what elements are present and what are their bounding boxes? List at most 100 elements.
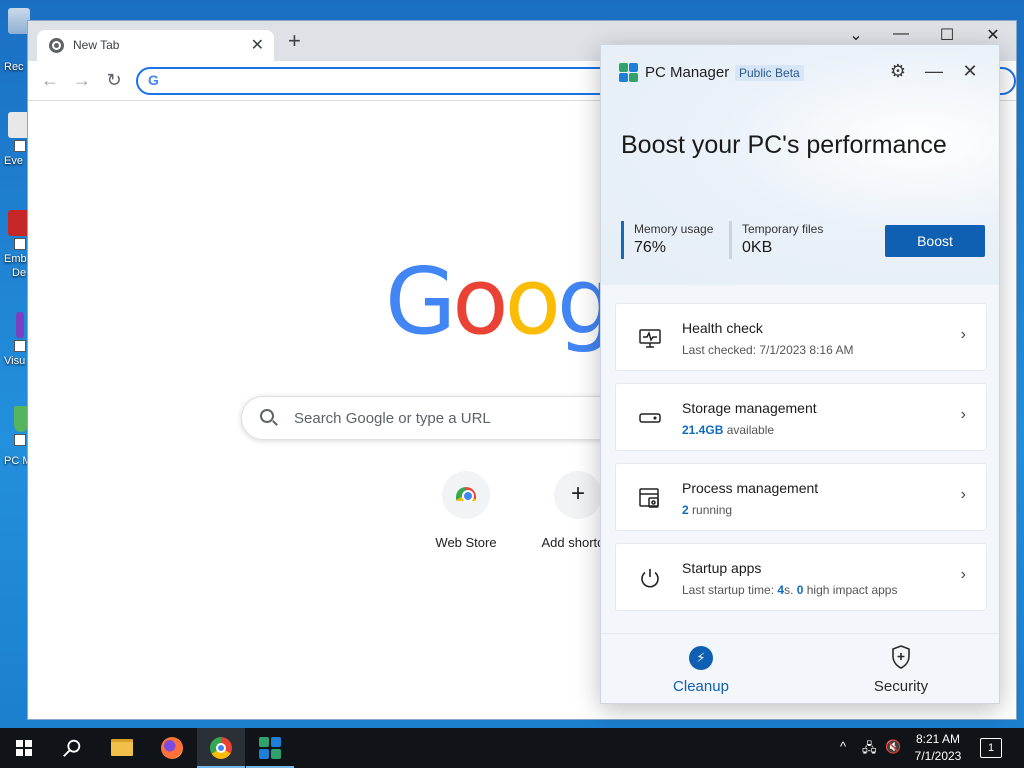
reload-icon[interactable]: ↻ [102, 70, 126, 91]
pc-manager-hero: PC Manager Public Beta ⚙ — ✕ Boost your … [601, 45, 999, 285]
pc-manager-logo-icon [259, 737, 281, 759]
chevron-right-icon: › [960, 486, 966, 503]
process-window-icon [639, 488, 659, 508]
chevron-right-icon: › [960, 566, 966, 583]
show-hidden-icons-chevron-icon[interactable]: ^ [840, 739, 846, 768]
lightning-icon: ⚡ [689, 646, 713, 670]
tab-label: Security [873, 678, 929, 695]
folder-icon [111, 739, 133, 756]
startup-apps-card[interactable]: Startup apps Last startup time: 4s. 0 hi… [615, 543, 987, 611]
card-title: Storage management [682, 400, 817, 416]
start-button[interactable] [0, 728, 48, 768]
shortcut-label: Web Store [435, 535, 497, 550]
bottom-nav: ⚡ Cleanup Security [601, 633, 999, 703]
web-store-icon [456, 487, 476, 502]
forward-arrow-icon[interactable]: → [70, 70, 94, 91]
tab-close-icon[interactable]: ✕ [251, 35, 264, 55]
maximize-icon[interactable]: ☐ [932, 25, 962, 45]
desktop-icon-embedded[interactable]: Emb De [0, 210, 30, 280]
desktop-icon-recycle-bin[interactable]: Rec [0, 8, 30, 78]
search-button[interactable] [48, 728, 96, 768]
health-check-card[interactable]: Health check Last checked: 7/1/2023 8:16… [615, 303, 987, 371]
pc-manager-shield-icon [14, 406, 28, 432]
card-title: Health check [682, 320, 763, 336]
desktop-icon-label: Emb [4, 253, 27, 265]
card-subtitle: 21.4GB available [682, 423, 775, 437]
pc-manager-taskbar-button[interactable] [246, 728, 294, 768]
card-subtitle: Last startup time: 4s. 0 high impact app… [682, 583, 898, 597]
windows-logo-icon [16, 740, 32, 756]
temporary-files-stat: Temporary files 0KB [729, 221, 823, 259]
shortcut-arrow-icon [14, 238, 26, 250]
page-title: Boost your PC's performance [621, 131, 947, 159]
network-icon[interactable]: 🖧 [862, 739, 877, 768]
desktop-icon-visual[interactable]: Visu [0, 312, 30, 382]
storage-management-card[interactable]: Storage management 21.4GB available › [615, 383, 987, 451]
plus-icon: + [570, 480, 585, 507]
process-management-card[interactable]: Process management 2 running › [615, 463, 987, 531]
minimize-icon[interactable]: — [886, 25, 916, 43]
desktop-icon-pc-manager[interactable]: PC M [0, 406, 32, 476]
desktop-icon-label: Rec [4, 61, 24, 73]
minimize-icon[interactable]: — [922, 61, 946, 82]
chevron-right-icon: › [960, 406, 966, 423]
firefox-icon [161, 737, 183, 759]
health-monitor-icon [639, 329, 661, 348]
chrome-taskbar-button[interactable] [197, 728, 245, 768]
storage-drive-icon [639, 413, 661, 423]
card-subtitle: 2 running [682, 503, 733, 517]
shortcut-circle: + [554, 471, 602, 519]
shortcut-arrow-icon [14, 340, 26, 352]
taskbar: ^ 🖧 🔇 8:21 AM 7/1/2023 1 [0, 728, 1024, 768]
close-icon[interactable]: ✕ [958, 61, 982, 82]
card-title: Startup apps [682, 560, 762, 576]
close-window-icon[interactable]: ✕ [978, 25, 1008, 45]
status-badge: Public Beta [735, 65, 804, 81]
shortcut-web-store[interactable]: Web Store [410, 471, 522, 561]
tab-title: New Tab [73, 38, 120, 52]
desktop-icon-event[interactable]: Eve [0, 112, 30, 182]
desktop-icon-label: De [12, 267, 27, 279]
temporary-files-value: 0KB [742, 239, 773, 256]
search-icon [260, 409, 274, 423]
tab-cleanup[interactable]: ⚡ Cleanup [601, 634, 801, 703]
desktop-icon-label: Eve [4, 155, 23, 167]
tab-label: Cleanup [673, 678, 729, 695]
taskbar-clock[interactable]: 8:21 AM 7/1/2023 [900, 731, 976, 765]
settings-gear-icon[interactable]: ⚙ [886, 61, 910, 82]
memory-usage-value: 76% [634, 239, 667, 256]
temporary-files-label: Temporary files [742, 222, 824, 236]
firefox-button[interactable] [148, 728, 196, 768]
volume-muted-icon[interactable]: 🔇 [885, 739, 901, 768]
memory-usage-label: Memory usage [634, 222, 714, 236]
tab-new-tab[interactable]: New Tab ✕ [37, 30, 274, 61]
new-tab-button[interactable]: + [288, 30, 301, 52]
back-arrow-icon[interactable]: ← [38, 70, 62, 91]
boost-button[interactable]: Boost [885, 225, 985, 257]
pc-manager-window: PC Manager Public Beta ⚙ — ✕ Boost your … [600, 44, 1000, 704]
clock-date: 7/1/2023 [914, 749, 962, 763]
card-subtitle: Last checked: 7/1/2023 8:16 AM [682, 343, 854, 357]
shortcut-circle [442, 471, 490, 519]
desktop-icon-label: Visu [4, 355, 26, 367]
google-g-icon: G [148, 72, 159, 88]
search-icon [63, 739, 81, 757]
shortcut-arrow-icon [14, 434, 26, 446]
visual-studio-icon [16, 312, 24, 338]
memory-usage-stat: Memory usage 76% [621, 221, 713, 259]
clock-time: 8:21 AM [915, 732, 961, 746]
app-title: PC Manager [645, 64, 730, 81]
shield-icon [892, 645, 910, 669]
chrome-favicon-icon [49, 38, 64, 53]
chrome-icon [210, 737, 232, 759]
card-title: Process management [682, 480, 819, 496]
file-explorer-button[interactable] [98, 728, 146, 768]
search-placeholder: Search Google or type a URL [294, 410, 491, 427]
chevron-right-icon: › [960, 326, 966, 343]
tab-security[interactable]: Security [801, 634, 999, 703]
pc-manager-logo-icon [619, 63, 638, 82]
notification-center-icon[interactable]: 1 [980, 738, 1002, 758]
tab-search-chevron-icon[interactable]: ⌄ [841, 25, 871, 45]
power-icon [641, 569, 659, 588]
shortcut-arrow-icon [14, 140, 26, 152]
